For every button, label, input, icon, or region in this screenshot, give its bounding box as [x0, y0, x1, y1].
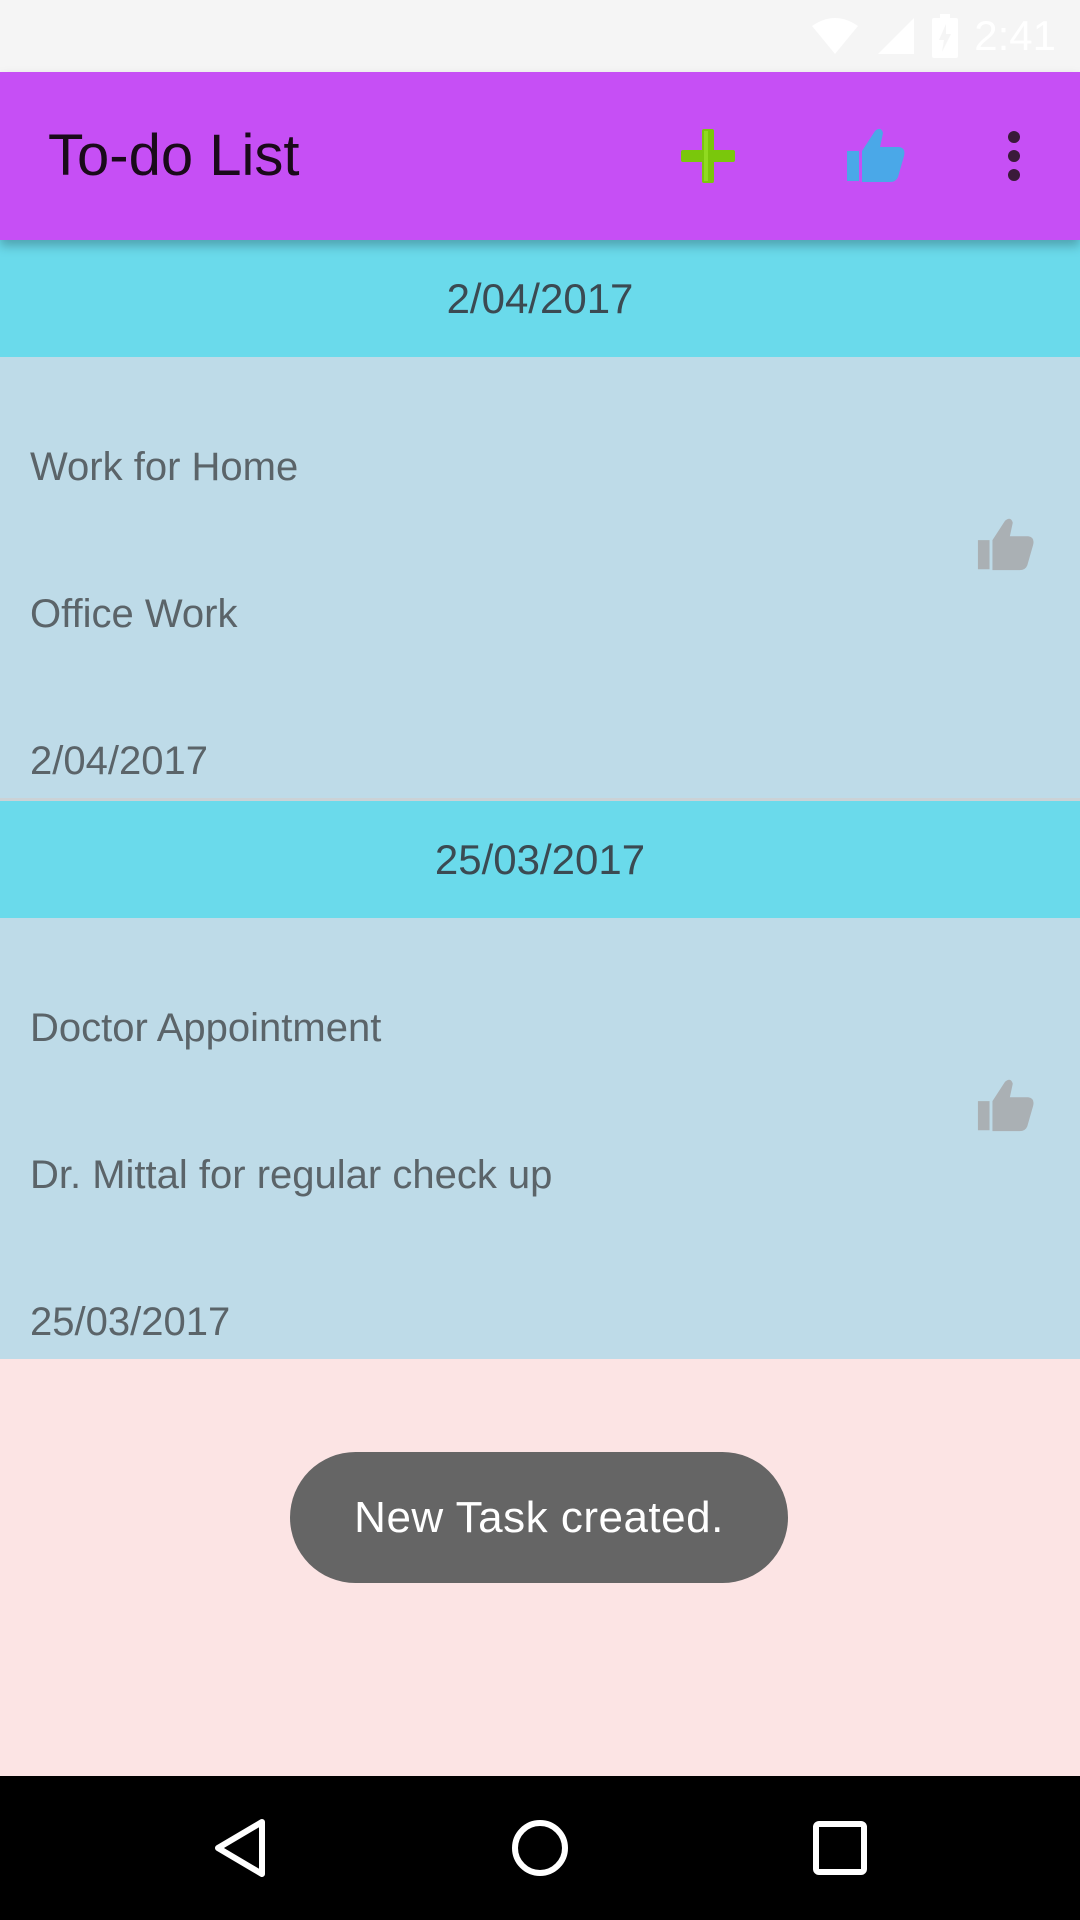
- section-header-date: 25/03/2017: [0, 801, 1080, 918]
- app-bar: To-do List: [0, 72, 1080, 240]
- home-icon: [512, 1820, 568, 1876]
- more-vert-icon: [1008, 131, 1020, 181]
- task-title: Work for Home: [30, 445, 299, 489]
- thumbs-up-icon[interactable]: [976, 515, 1036, 575]
- toast-message: New Task created.: [290, 1452, 788, 1583]
- task-card[interactable]: Doctor Appointment Dr. Mittal for regula…: [0, 918, 1080, 1359]
- task-date: 2/04/2017: [30, 739, 208, 783]
- thumbs-up-icon: [847, 128, 905, 182]
- wifi-icon: [812, 18, 859, 54]
- back-button[interactable]: [198, 1806, 282, 1890]
- recents-button[interactable]: [798, 1806, 882, 1890]
- signal-icon: [878, 18, 915, 54]
- back-icon: [215, 1819, 265, 1877]
- status-time: 2:41: [974, 12, 1056, 59]
- task-description: Dr. Mittal for regular check up: [30, 1153, 553, 1197]
- status-bar: 2:41: [0, 0, 1080, 72]
- navigation-bar: [0, 1776, 1080, 1920]
- overflow-menu-button[interactable]: [972, 114, 1056, 198]
- status-icons: 2:41: [810, 0, 1056, 72]
- battery-icon: [932, 14, 959, 58]
- task-card[interactable]: Work for Home Office Work 2/04/2017: [0, 357, 1080, 798]
- plus-icon: [681, 129, 735, 183]
- add-task-button[interactable]: [666, 114, 750, 198]
- thumbs-up-icon[interactable]: [976, 1076, 1036, 1136]
- app-title: To-do List: [48, 123, 300, 188]
- task-title: Doctor Appointment: [30, 1006, 382, 1050]
- completed-tasks-button[interactable]: [834, 114, 918, 198]
- section-header-date: 2/04/2017: [0, 240, 1080, 357]
- task-date: 25/03/2017: [30, 1300, 231, 1344]
- home-button[interactable]: [498, 1806, 582, 1890]
- task-description: Office Work: [30, 592, 238, 636]
- recents-icon: [813, 1821, 867, 1875]
